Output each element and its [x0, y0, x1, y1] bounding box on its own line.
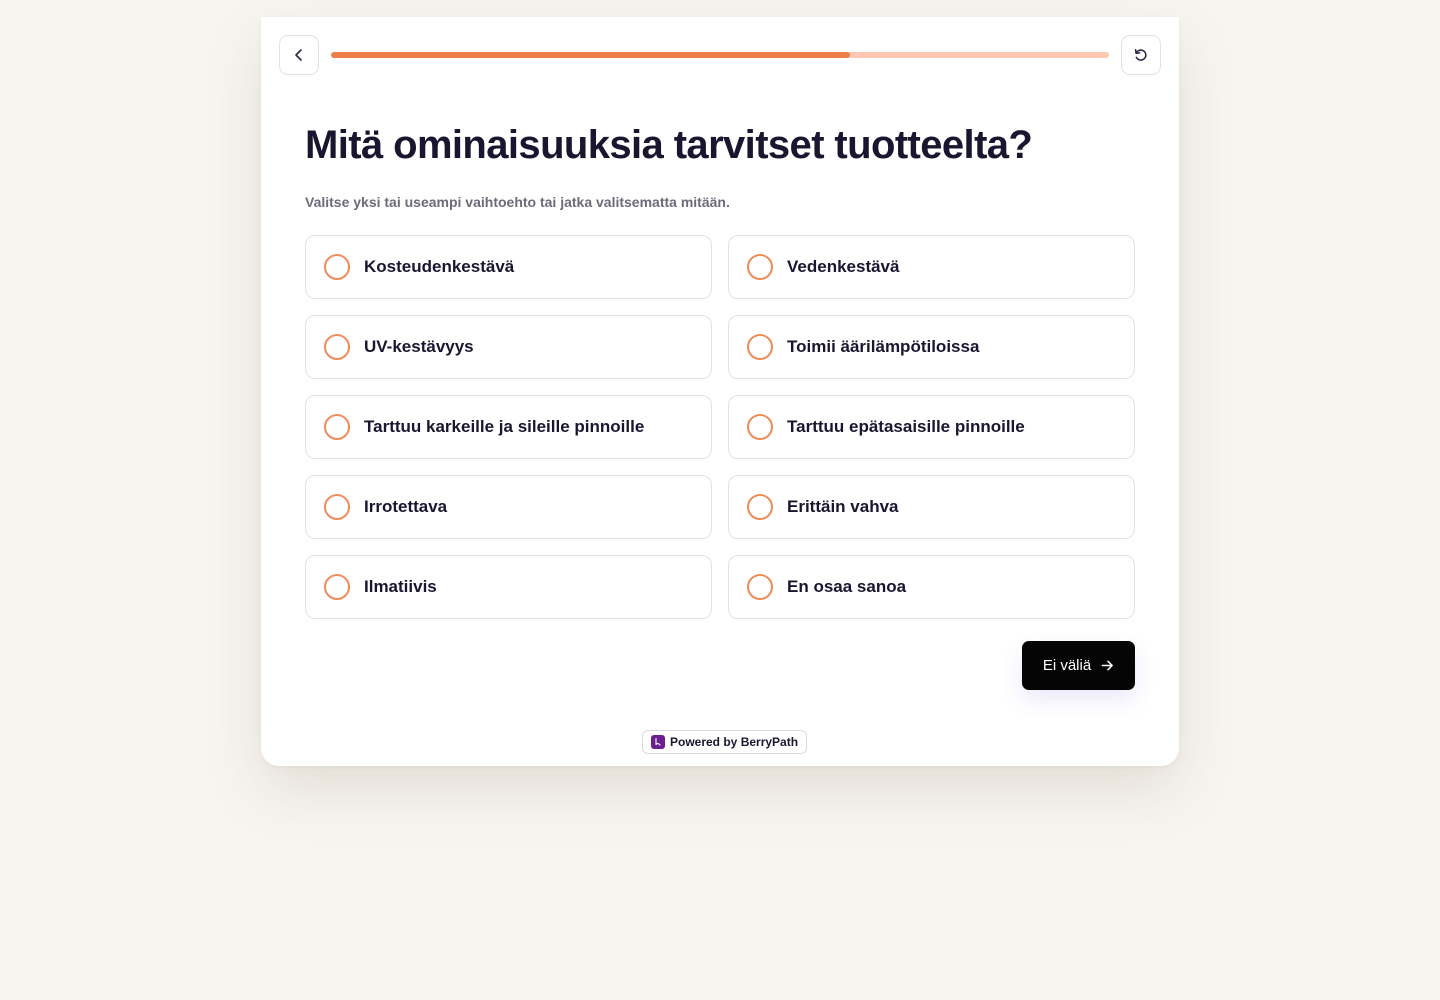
- option-label: En osaa sanoa: [787, 577, 907, 596]
- question-subtitle: Valitse yksi tai useampi vaihtoehto tai …: [305, 194, 730, 210]
- option-label: Irrotettava: [364, 497, 448, 516]
- option-card[interactable]: Vedenkestävä: [728, 235, 1135, 299]
- progress-bar: [331, 52, 1109, 58]
- option-label: Ilmatiivis: [364, 577, 437, 596]
- option-label: Tarttuu epätasaisille pinnoille: [787, 417, 1025, 436]
- option-card[interactable]: Toimii äärilämpötiloissa: [728, 315, 1135, 379]
- option-card[interactable]: Tarttuu karkeille ja sileille pinnoille: [305, 395, 712, 459]
- radio-circle-icon: [324, 574, 350, 600]
- radio-circle-icon: [324, 334, 350, 360]
- radio-circle-icon: [747, 334, 773, 360]
- radio-circle-icon: [324, 254, 350, 280]
- option-label: Toimii äärilämpötiloissa: [787, 337, 980, 356]
- option-card[interactable]: Tarttuu epätasaisille pinnoille: [728, 395, 1135, 459]
- back-button[interactable]: [279, 35, 319, 75]
- option-card[interactable]: Erittäin vahva: [728, 475, 1135, 539]
- radio-circle-icon: [747, 254, 773, 280]
- skip-button-label: Ei väliä: [1042, 657, 1092, 674]
- powered-by-text: Powered by BerryPath: [670, 735, 799, 749]
- option-label: Vedenkestävä: [787, 257, 900, 276]
- question-title: Mitä ominaisuuksia tarvitset tuotteelta?: [305, 123, 1033, 167]
- chevron-left-icon: [295, 49, 302, 61]
- options-grid: Kosteudenkestävä Vedenkestävä UV-kestävy…: [305, 235, 1135, 619]
- option-card[interactable]: Ilmatiivis: [305, 555, 712, 619]
- option-label: UV-kestävyys: [364, 337, 474, 356]
- restart-icon: [1134, 49, 1147, 61]
- arrow-right-icon: [1101, 660, 1114, 671]
- option-card[interactable]: En osaa sanoa: [728, 555, 1135, 619]
- option-label: Erittäin vahva: [787, 497, 899, 516]
- radio-circle-icon: [747, 414, 773, 440]
- radio-circle-icon: [747, 494, 773, 520]
- powered-by-badge[interactable]: Powered by BerryPath: [642, 730, 808, 754]
- radio-circle-icon: [747, 574, 773, 600]
- option-card[interactable]: UV-kestävyys: [305, 315, 712, 379]
- radio-circle-icon: [324, 494, 350, 520]
- option-label: Tarttuu karkeille ja sileille pinnoille: [364, 417, 645, 436]
- berrypath-logo-icon: [651, 735, 665, 749]
- radio-circle-icon: [324, 414, 350, 440]
- top-bar: [279, 35, 1161, 75]
- option-card[interactable]: Irrotettava: [305, 475, 712, 539]
- option-label: Kosteudenkestävä: [364, 257, 515, 276]
- progress-fill: [331, 52, 850, 58]
- restart-button[interactable]: [1121, 35, 1161, 75]
- skip-button[interactable]: Ei väliä: [1022, 641, 1135, 690]
- quiz-card: Mitä ominaisuuksia tarvitset tuotteelta?…: [261, 17, 1179, 766]
- option-card[interactable]: Kosteudenkestävä: [305, 235, 712, 299]
